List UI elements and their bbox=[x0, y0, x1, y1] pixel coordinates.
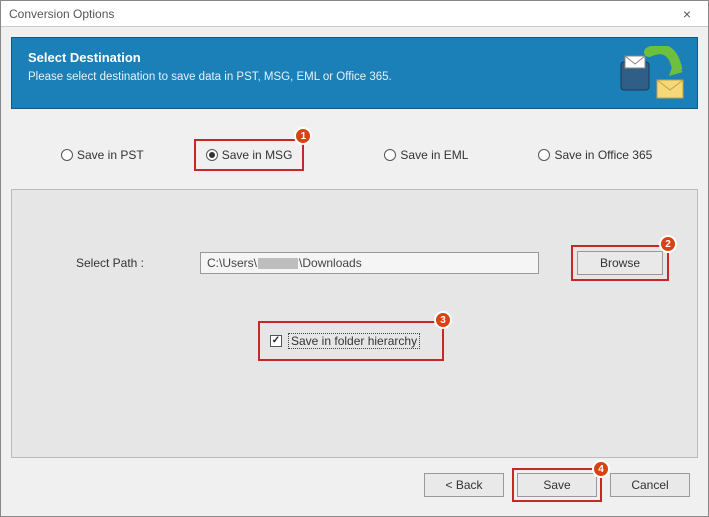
radio-icon bbox=[384, 149, 396, 161]
window-title: Conversion Options bbox=[9, 7, 672, 21]
cancel-button[interactable]: Cancel bbox=[610, 473, 690, 497]
save-button[interactable]: Save bbox=[517, 473, 597, 497]
radio-label: Save in Office 365 bbox=[554, 148, 652, 162]
radio-label: Save in PST bbox=[77, 148, 144, 162]
header-subtitle: Please select destination to save data i… bbox=[28, 71, 597, 83]
path-value-suffix: \Downloads bbox=[299, 256, 362, 270]
radio-save-pst[interactable]: Save in PST bbox=[51, 141, 154, 169]
folder-hierarchy-label: Save in folder hierarchy bbox=[288, 333, 420, 349]
radio-icon bbox=[206, 149, 218, 161]
dialog-footer: < Back Save 4 Cancel bbox=[1, 458, 708, 516]
destination-radios: Save in PST Save in MSG 1 Save in EML Sa… bbox=[11, 139, 698, 171]
folder-hierarchy-checkbox[interactable] bbox=[270, 335, 282, 347]
path-value-prefix: C:\Users\ bbox=[207, 256, 257, 270]
radio-save-o365[interactable]: Save in Office 365 bbox=[528, 141, 662, 169]
options-panel: Select Path : C:\Users\ \Downloads Browse… bbox=[11, 189, 698, 458]
radio-icon bbox=[61, 149, 73, 161]
radio-label: Save in MSG bbox=[222, 148, 293, 162]
dialog-content: Select Destination Please select destina… bbox=[1, 27, 708, 458]
redacted-username bbox=[258, 258, 298, 269]
radio-label: Save in EML bbox=[400, 148, 468, 162]
radio-save-eml[interactable]: Save in EML bbox=[374, 141, 478, 169]
back-button[interactable]: < Back bbox=[424, 473, 504, 497]
annotation-badge-3: 3 bbox=[434, 311, 452, 329]
mailbox-icon bbox=[617, 46, 687, 101]
radio-save-msg[interactable]: Save in MSG 1 bbox=[194, 139, 305, 171]
dialog-window: Conversion Options × Select Destination … bbox=[0, 0, 709, 517]
close-icon[interactable]: × bbox=[672, 6, 702, 22]
browse-highlight: Browse 2 bbox=[571, 245, 669, 281]
radio-icon bbox=[538, 149, 550, 161]
annotation-badge-1: 1 bbox=[294, 127, 312, 145]
annotation-badge-2: 2 bbox=[659, 235, 677, 253]
path-label: Select Path : bbox=[40, 256, 180, 270]
header-banner: Select Destination Please select destina… bbox=[11, 37, 698, 109]
folder-hierarchy-row: Save in folder hierarchy 3 bbox=[258, 321, 444, 361]
path-input[interactable]: C:\Users\ \Downloads bbox=[200, 252, 539, 274]
annotation-badge-4: 4 bbox=[592, 460, 610, 478]
browse-button[interactable]: Browse bbox=[577, 251, 663, 275]
titlebar: Conversion Options × bbox=[1, 1, 708, 27]
save-highlight: Save 4 bbox=[512, 468, 602, 502]
path-row: Select Path : C:\Users\ \Downloads Browse… bbox=[40, 245, 669, 281]
header-title: Select Destination bbox=[28, 50, 597, 65]
